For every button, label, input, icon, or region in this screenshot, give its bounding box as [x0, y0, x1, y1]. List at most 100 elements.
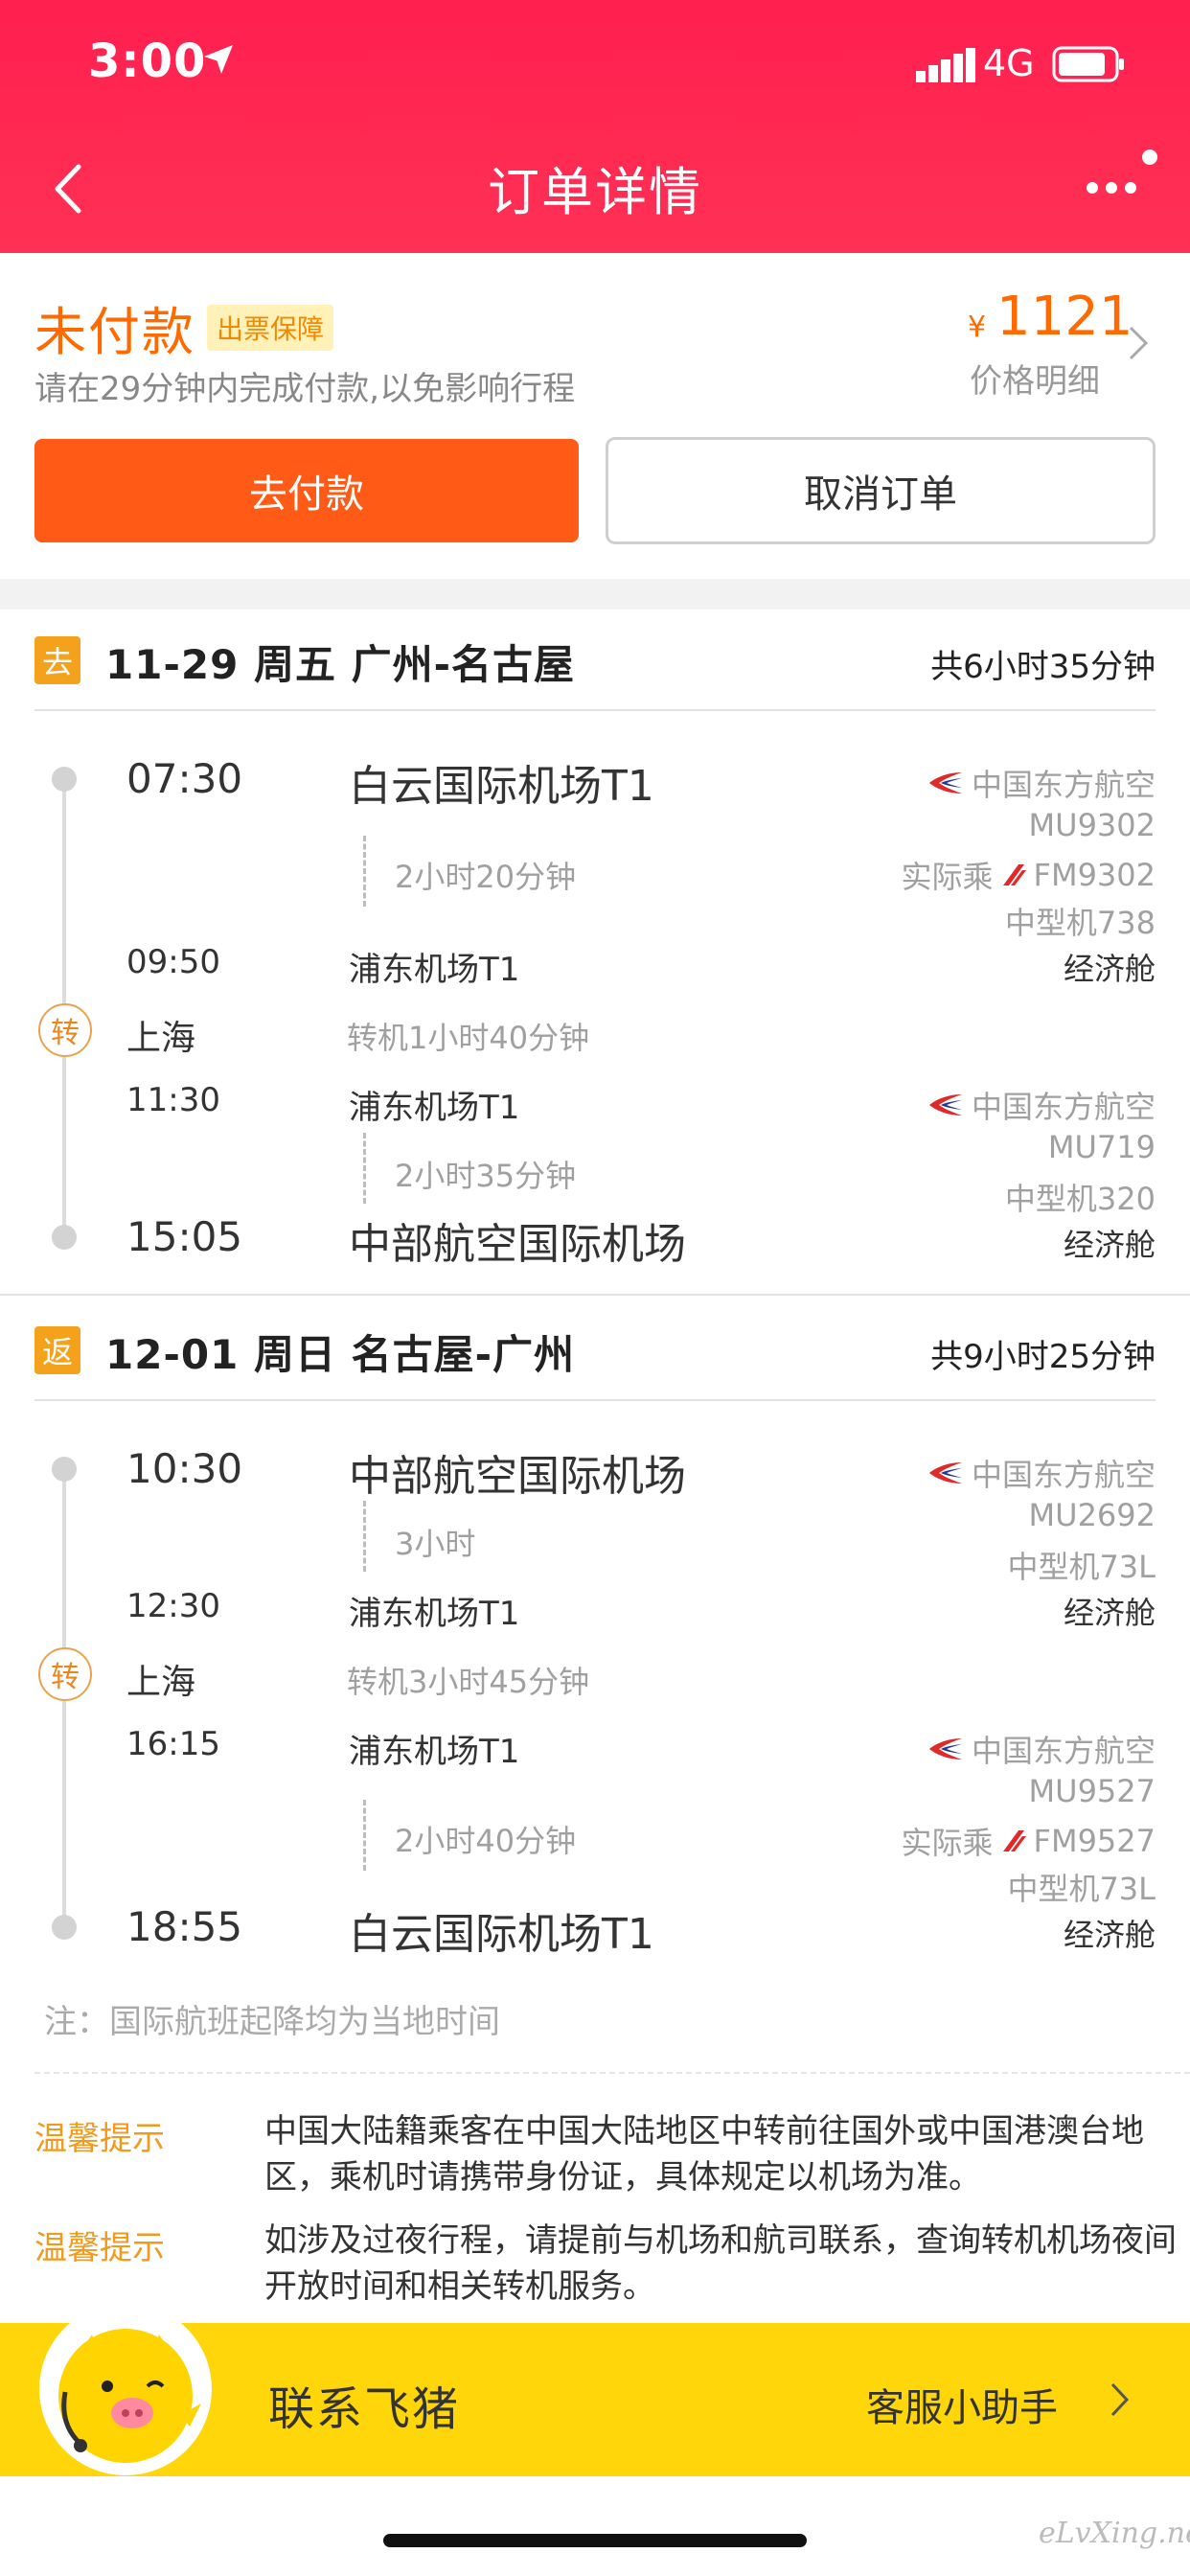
tip-text: 如涉及过夜行程，请提前与机场和航司联系，查询转机机场夜间开放时间和相关转机服务。	[264, 2221, 1177, 2306]
airline-row: 中国东方航空	[581, 1451, 1156, 1495]
tip-label: 温馨提示	[34, 2120, 165, 2158]
price-amount[interactable]: 1121	[996, 286, 1133, 348]
order-status: 未付款	[34, 302, 195, 362]
tip-label: 温馨提示	[34, 2229, 165, 2267]
fliggy-mascot-icon[interactable]	[36, 2300, 215, 2478]
china-eastern-logo-icon	[928, 1462, 962, 1484]
airline-name: 中国东方航空	[971, 1457, 1156, 1493]
duration-dashes	[363, 1501, 366, 1572]
flight-number: MU9527	[1028, 1773, 1156, 1809]
actual-carrier-row: 实际乘 FM9527	[581, 1819, 1156, 1863]
actual-carrier-label: 实际乘	[901, 1825, 994, 1861]
flight-number: MU9302	[1028, 807, 1156, 843]
departure-airport: 浦东机场T1	[349, 1089, 520, 1127]
airline-name: 中国东方航空	[971, 767, 1156, 803]
duration-dashes	[363, 1133, 366, 1204]
price-currency: ¥	[968, 310, 987, 344]
china-eastern-logo-icon	[928, 1738, 962, 1760]
timeline-dot	[52, 1225, 77, 1250]
battery-icon	[1052, 46, 1124, 82]
timeline-dot	[52, 1915, 77, 1940]
arrival-airport: 浦东机场T1	[349, 1595, 520, 1633]
payment-notice: 请在29分钟内完成付款,以免影响行程	[34, 370, 576, 408]
departure-airport: 浦东机场T1	[349, 1733, 520, 1771]
flight-duration: 2小时20分钟	[395, 859, 577, 895]
arrival-airport: 浦东机场T1	[349, 951, 520, 989]
airline-row: 中国东方航空	[581, 761, 1156, 805]
order-detail-page: 3:00 4G 订单详情 未付款 出票保障 请在29分钟内完成付款,以免影响行程…	[0, 0, 1190, 2576]
duration-dashes	[363, 836, 366, 907]
aircraft-type: 中型机73L	[1007, 1549, 1156, 1585]
transfer-duration: 转机1小时40分钟	[347, 1020, 590, 1056]
timeline-dot	[52, 767, 77, 792]
actual-flight-number: FM9527	[1033, 1823, 1156, 1859]
section-divider	[0, 1294, 1190, 1296]
flight-duration: 2小时40分钟	[395, 1823, 577, 1859]
actual-flight-number: FM9302	[1033, 857, 1156, 893]
flight-duration: 3小时	[395, 1526, 476, 1562]
cancel-order-button[interactable]: 取消订单	[606, 437, 1156, 544]
cabin-class: 经济舱	[1063, 951, 1156, 987]
cabin-class: 经济舱	[1063, 1595, 1156, 1631]
arrival-time: 12:30	[126, 1587, 220, 1625]
chevron-right-icon[interactable]	[1110, 2380, 1131, 2419]
timeline-dot	[52, 1457, 77, 1482]
network-type: 4G	[983, 42, 1035, 84]
divider	[34, 1399, 1156, 1401]
dashed-divider	[34, 2072, 1190, 2074]
shanghai-airlines-logo-icon	[1002, 864, 1026, 886]
transfer-icon: 转	[38, 1003, 92, 1057]
flight-number: MU2692	[1028, 1497, 1156, 1533]
home-indicator[interactable]	[383, 2534, 807, 2547]
outbound-tag: 去	[34, 636, 80, 684]
duration-dashes	[363, 1800, 366, 1871]
signal-icon	[916, 48, 975, 82]
transfer-icon: 转	[38, 1647, 92, 1701]
tip-text: 中国大陆籍乘客在中国大陆地区中转前往国外或中国港澳台地区，乘机时请携带身份证，具…	[264, 2112, 1144, 2196]
return-tag: 返	[34, 1326, 80, 1374]
cabin-class: 经济舱	[1063, 1227, 1156, 1263]
ticket-guarantee-badge: 出票保障	[207, 305, 334, 351]
contact-fliggy-label[interactable]: 联系飞猪	[268, 2371, 460, 2438]
aircraft-type: 中型机738	[1004, 905, 1156, 941]
china-eastern-logo-icon	[928, 772, 962, 794]
location-arrow-icon	[204, 45, 233, 74]
local-time-footnote: 注：国际航班起降均为当地时间	[44, 2003, 500, 2041]
actual-carrier-label: 实际乘	[901, 859, 994, 895]
chevron-right-icon[interactable]	[1127, 322, 1150, 364]
divider	[34, 709, 1156, 711]
status-time: 3:00	[88, 34, 207, 88]
departure-time: 16:15	[126, 1725, 220, 1763]
airline-name: 中国东方航空	[971, 1089, 1156, 1125]
return-title: 12-01 周日 名古屋-广州	[105, 1331, 576, 1378]
cabin-class: 经济舱	[1063, 1917, 1156, 1953]
transfer-duration: 转机3小时45分钟	[347, 1664, 590, 1700]
departure-time: 10:30	[126, 1445, 243, 1492]
arrival-time: 15:05	[126, 1213, 243, 1260]
transfer-city: 上海	[126, 1019, 196, 1058]
airline-name: 中国东方航空	[971, 1733, 1156, 1769]
watermark: eLvXing.net	[1039, 2517, 1190, 2550]
outbound-total-duration: 共6小时35分钟	[930, 648, 1156, 686]
airline-row: 中国东方航空	[581, 1727, 1156, 1771]
section-gap	[0, 579, 1190, 610]
shanghai-airlines-logo-icon	[1002, 1830, 1026, 1852]
departure-time: 11:30	[126, 1081, 220, 1119]
departure-time: 07:30	[126, 755, 243, 802]
outbound-title: 11-29 周五 广州-名古屋	[105, 641, 576, 688]
more-menu-icon[interactable]	[1079, 144, 1163, 201]
actual-carrier-row: 实际乘 FM9302	[581, 853, 1156, 897]
flight-duration: 2小时35分钟	[395, 1158, 577, 1194]
return-total-duration: 共9小时25分钟	[930, 1338, 1156, 1376]
arrival-time: 18:55	[126, 1903, 243, 1950]
pay-button[interactable]: 去付款	[34, 439, 579, 542]
customer-service-link[interactable]: 客服小助手	[866, 2377, 1058, 2432]
flight-number: MU719	[1047, 1129, 1156, 1165]
arrival-time: 09:50	[126, 943, 220, 981]
airline-row: 中国东方航空	[581, 1083, 1156, 1127]
price-detail-link[interactable]: 价格明细	[970, 355, 1100, 402]
aircraft-type: 中型机320	[1004, 1181, 1156, 1217]
transfer-city: 上海	[126, 1663, 196, 1702]
page-title: 订单详情	[488, 162, 702, 222]
aircraft-type: 中型机73L	[1007, 1871, 1156, 1907]
